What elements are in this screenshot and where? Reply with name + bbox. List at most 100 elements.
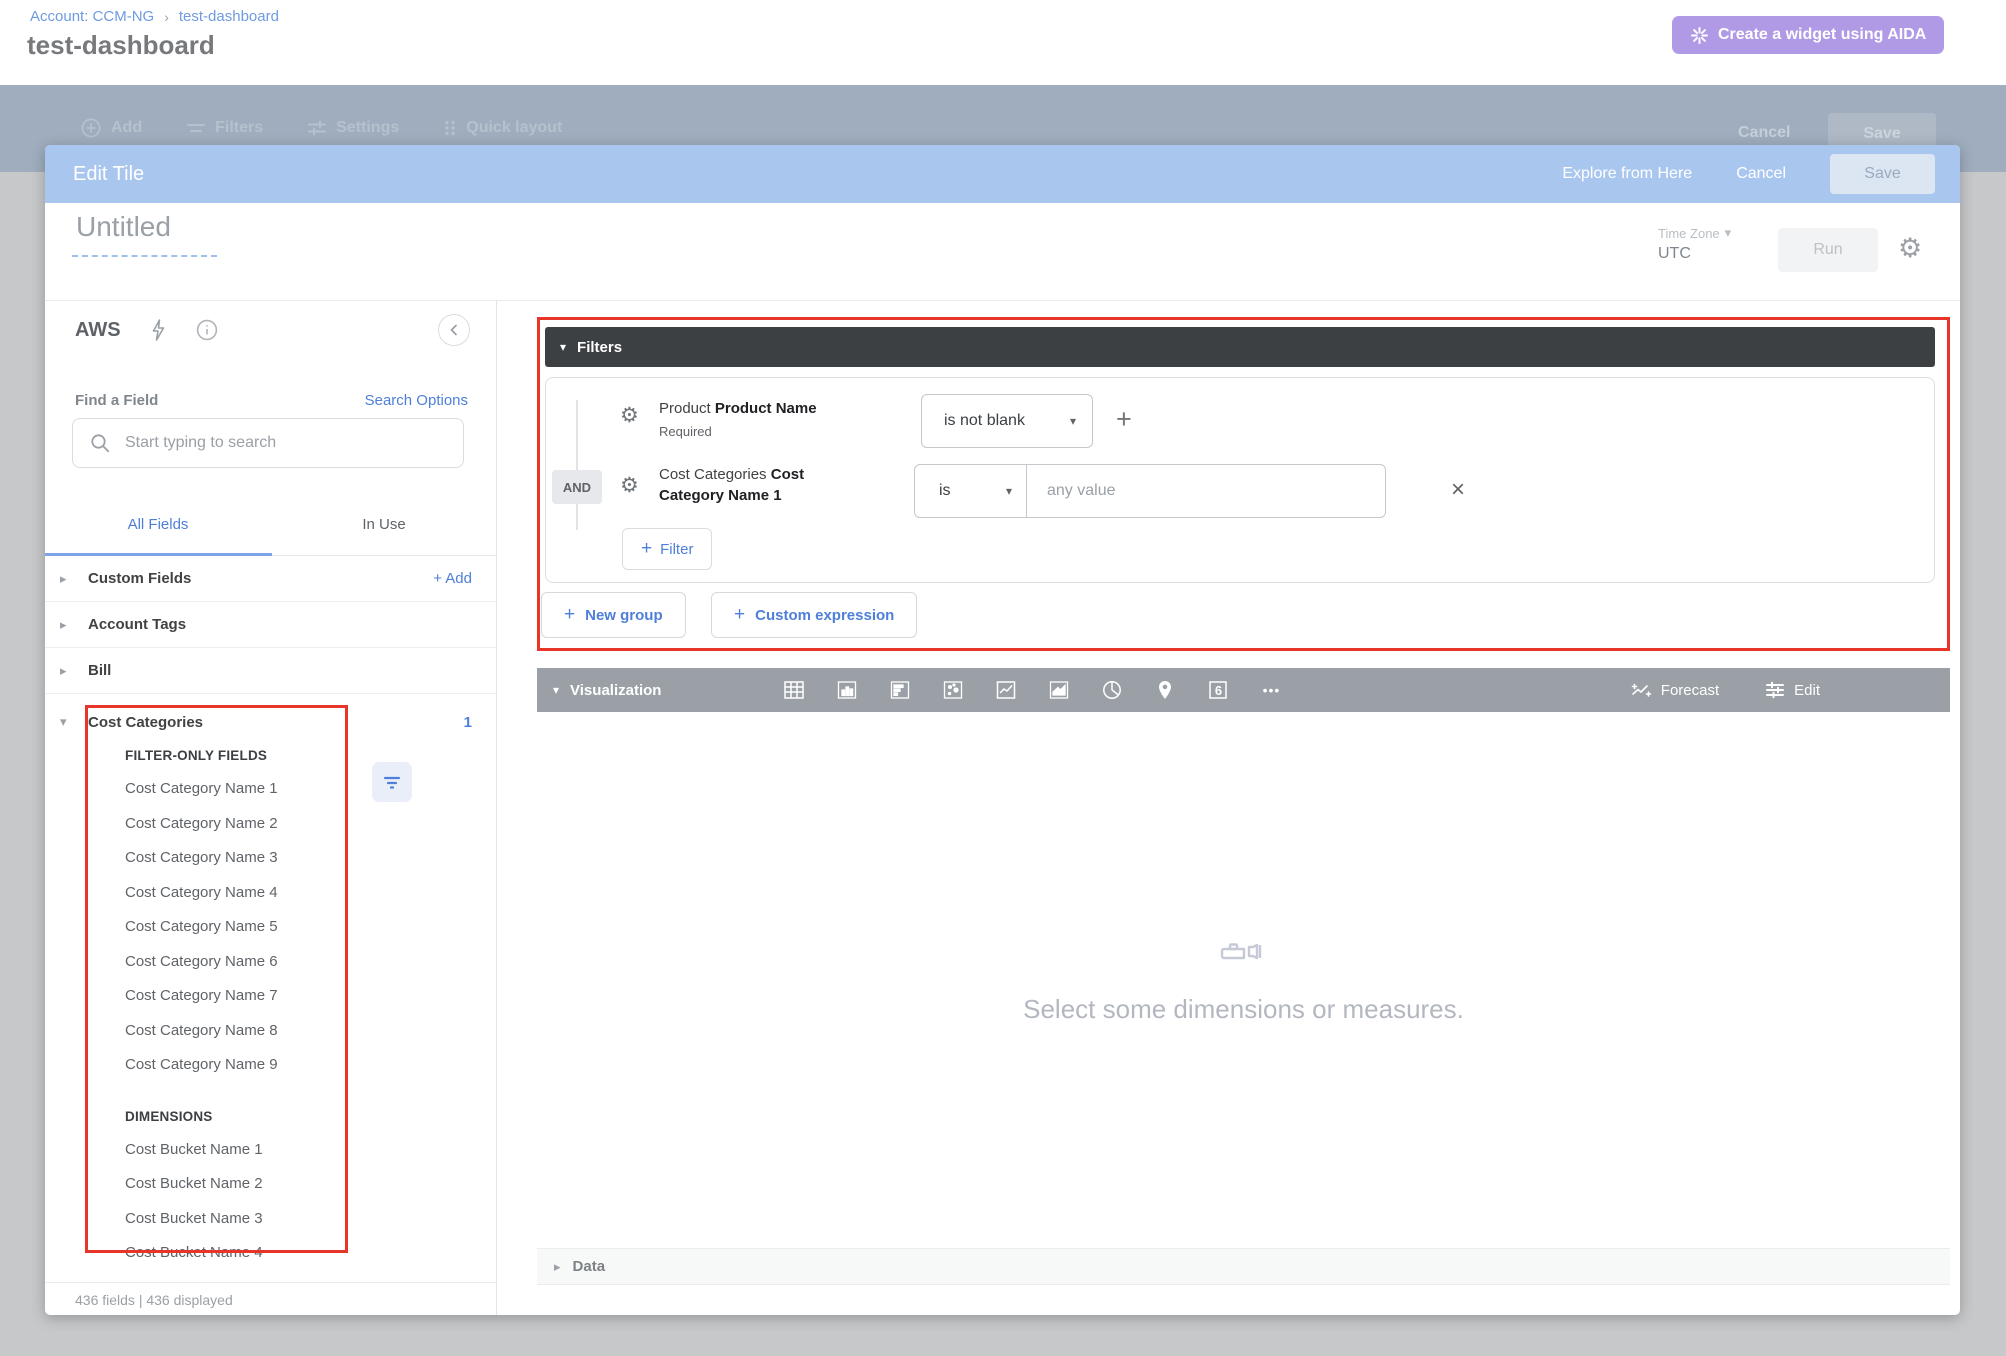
field-item[interactable]: Cost Bucket Name 2 [125, 1167, 385, 1202]
caret-down-icon: ▾ [60, 714, 76, 730]
explore-from-here-link[interactable]: Explore from Here [1562, 165, 1692, 183]
field-item[interactable]: Cost Category Name 5 [125, 910, 385, 945]
fields-count-status: 436 fields | 436 displayed [75, 1292, 233, 1308]
remove-filter-icon[interactable]: × [1451, 476, 1465, 504]
search-icon [89, 432, 111, 454]
tab-all-fields[interactable]: All Fields [45, 516, 271, 533]
single-value-icon[interactable]: 6 [1205, 677, 1231, 703]
field-item[interactable]: Cost Category Name 9 [125, 1048, 385, 1083]
field-item[interactable]: Cost Category Name 7 [125, 979, 385, 1014]
field-item[interactable]: Cost Bucket Name 3 [125, 1202, 385, 1237]
operator-dropdown[interactable]: is not blank ▾ [921, 394, 1093, 448]
sidebar-item-custom-fields[interactable]: ▸ Custom Fields + Add [45, 556, 497, 602]
filters-section-header[interactable]: ▾ Filters [545, 327, 1935, 367]
modal-title: Edit Tile [73, 163, 144, 186]
data-section-header[interactable]: ▸ Data [537, 1248, 1950, 1285]
empty-state-message: Select some dimensions or measures. [1023, 994, 1464, 1025]
in-use-count-badge: 1 [464, 714, 472, 731]
add-condition-plus-icon[interactable]: + [1116, 404, 1132, 435]
new-group-label: New group [585, 607, 663, 624]
caret-right-icon: ▸ [60, 571, 76, 587]
forecast-button[interactable]: Forecast [1630, 681, 1719, 699]
operator-dropdown[interactable]: is ▾ [915, 465, 1027, 517]
add-filter-label: Filter [660, 541, 693, 558]
aida-button-label: Create a widget using AIDA [1718, 26, 1926, 44]
edit-tile-modal: Edit Tile Explore from Here Cancel Save … [45, 145, 1960, 1315]
tab-in-use[interactable]: In Use [271, 516, 497, 533]
more-visualizations-icon[interactable]: ••• [1258, 677, 1284, 703]
toolbar-filters-button[interactable]: Filters [186, 119, 263, 137]
bar-chart-icon[interactable] [887, 677, 913, 703]
timezone-selector[interactable]: Time Zone ▾ UTC [1658, 225, 1731, 263]
aida-sparkle-icon [1690, 26, 1709, 45]
filter-by-field-button[interactable] [372, 762, 412, 802]
breadcrumb-account-link[interactable]: Account: CCM-NG [30, 8, 154, 25]
caret-right-icon: ▸ [60, 617, 76, 633]
filter-field-gear-icon[interactable]: ⚙ [620, 473, 639, 498]
breadcrumb-current-link[interactable]: test-dashboard [179, 8, 279, 25]
scatter-plot-icon[interactable] [940, 677, 966, 703]
table-icon[interactable] [781, 677, 807, 703]
visualization-section-header[interactable]: ▾ Visualization [537, 668, 1950, 712]
modal-cancel-button[interactable]: Cancel [1736, 165, 1786, 183]
query-settings-gear-icon[interactable]: ⚙ [1898, 233, 1922, 264]
toolbar-quick-layout-label: Quick layout [466, 119, 562, 137]
create-widget-aida-button[interactable]: Create a widget using AIDA [1672, 16, 1944, 54]
timezone-label: Time Zone [1658, 226, 1720, 241]
edit-visualization-button[interactable]: Edit [1765, 681, 1820, 699]
custom-expression-button[interactable]: + Custom expression [711, 592, 917, 638]
field-item[interactable]: Cost Category Name 1 [125, 772, 385, 807]
tile-name-input[interactable]: Untitled [72, 211, 217, 257]
chevron-down-icon: ▾ [1725, 225, 1732, 241]
sliders-icon [307, 119, 327, 137]
filter-only-fields-header: FILTER-ONLY FIELDS [125, 740, 385, 772]
filters-header-label: Filters [577, 339, 622, 356]
edit-sliders-icon [1765, 681, 1785, 699]
toolbar-settings-button[interactable]: Settings [307, 119, 399, 137]
dimensions-header: DIMENSIONS [125, 1101, 385, 1133]
operator-value: is not blank [944, 412, 1025, 430]
section-label: Account Tags [88, 616, 186, 633]
toolbar-quick-layout-button[interactable]: Quick layout [443, 119, 562, 137]
lightning-bolt-icon [149, 318, 167, 342]
area-chart-icon[interactable] [1046, 677, 1072, 703]
field-item[interactable]: Cost Category Name 6 [125, 945, 385, 980]
forecast-sparkle-icon [1630, 681, 1652, 699]
visualization-empty-state: Select some dimensions or measures. [537, 712, 1950, 1248]
map-pin-icon[interactable] [1152, 677, 1178, 703]
add-custom-field-button[interactable]: + Add [433, 570, 472, 587]
field-item[interactable]: Cost Category Name 3 [125, 841, 385, 876]
filter-field-gear-icon[interactable]: ⚙ [620, 403, 639, 428]
field-item[interactable]: Cost Bucket Name 4 [125, 1236, 385, 1271]
field-item[interactable]: Cost Category Name 2 [125, 807, 385, 842]
pie-chart-icon[interactable] [1099, 677, 1125, 703]
caret-down-icon: ▾ [560, 340, 566, 354]
column-chart-icon[interactable] [834, 677, 860, 703]
cost-categories-field-list: FILTER-ONLY FIELDS Cost Category Name 1 … [125, 740, 385, 1271]
caret-right-icon: ▸ [554, 1259, 561, 1275]
data-header-label: Data [573, 1258, 606, 1275]
search-input[interactable] [125, 434, 447, 452]
modal-header: Edit Tile Explore from Here Cancel Save [45, 145, 1960, 203]
sidebar-item-account-tags[interactable]: ▸ Account Tags [45, 602, 497, 648]
modal-save-button[interactable]: Save [1830, 154, 1935, 194]
sidebar-tabs: All Fields In Use [45, 500, 497, 556]
field-item[interactable]: Cost Category Name 8 [125, 1014, 385, 1049]
sidebar-item-bill[interactable]: ▸ Bill [45, 648, 497, 694]
toolbar-add-label: Add [111, 119, 142, 137]
search-options-link[interactable]: Search Options [365, 392, 468, 409]
field-item[interactable]: Cost Category Name 4 [125, 876, 385, 911]
field-item[interactable]: Cost Bucket Name 1 [125, 1133, 385, 1168]
sidebar-item-cost-categories[interactable]: ▾ Cost Categories 1 [45, 702, 497, 742]
filter-value-input[interactable] [1027, 465, 1385, 517]
filter-condition: is ▾ [914, 464, 1386, 518]
toolbar-cancel-button[interactable]: Cancel [1738, 124, 1790, 142]
toolbar-add-button[interactable]: Add [80, 117, 142, 139]
new-group-button[interactable]: + New group [541, 592, 686, 638]
run-button[interactable]: Run [1778, 228, 1878, 272]
collapse-sidebar-button[interactable] [438, 314, 470, 346]
info-icon[interactable] [195, 318, 219, 342]
line-chart-icon[interactable] [993, 677, 1019, 703]
add-filter-button[interactable]: + Filter [622, 528, 712, 570]
edit-label: Edit [1794, 682, 1820, 699]
